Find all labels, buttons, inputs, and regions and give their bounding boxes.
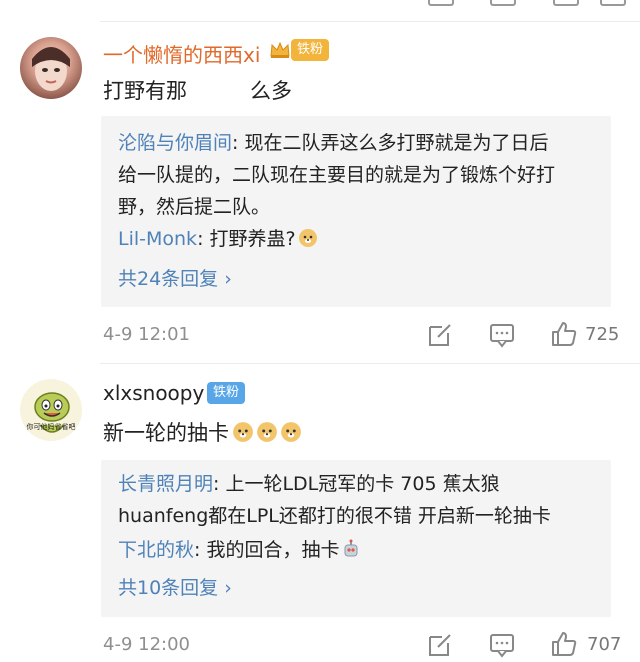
reply-separator: :	[194, 539, 207, 561]
comment-time: 4-9 12:00	[103, 634, 190, 655]
reply-username[interactable]: 沦陷与你眉间	[118, 132, 232, 154]
reply-username[interactable]: 下北的秋	[118, 539, 194, 561]
avatar-image: 你可他妈省省吧	[27, 392, 76, 433]
doge-emoji	[233, 422, 253, 442]
comment-text: 打野有那 么多	[103, 79, 292, 103]
fan-badge: 铁粉	[291, 39, 330, 61]
avatar-face	[32, 47, 70, 91]
reply-item: 沦陷与你眉间: 现在二队弄这么多打野就是为了日后 给一队提的，二队现在主要目的就…	[118, 127, 601, 223]
avatar-caption: 你可他妈省省吧	[27, 422, 76, 431]
reply-separator: :	[232, 132, 245, 154]
reply-username[interactable]: 长青照月明	[118, 473, 213, 495]
reply-text: 野，然后提二队。	[118, 196, 271, 218]
repost-icon[interactable]	[427, 322, 453, 348]
crown-icon	[269, 40, 291, 60]
comment-icon[interactable]	[489, 632, 515, 658]
doge-emoji	[281, 422, 301, 442]
reply-item: Lil-Monk: 打野养蛊?	[118, 223, 601, 255]
reply-item: 长青照月明: 上一轮LDL冠军的卡 705 蕉太狼 huanfeng都在LPL还…	[118, 468, 601, 532]
username[interactable]: 一个懒惰的西西xi	[103, 39, 260, 68]
reply-item: 下北的秋: 我的回合，抽卡	[118, 534, 601, 566]
like-icon[interactable]	[550, 630, 578, 658]
reply-text: 上一轮LDL冠军的卡 705 蕉太狼	[225, 473, 500, 495]
comment-time: 4-9 12:01	[103, 324, 190, 345]
robot-emoji	[344, 539, 358, 557]
reply-separator: :	[197, 228, 210, 250]
doge-emoji	[257, 422, 277, 442]
reply-text: 给一队提的，二队现在主要目的就是为了锻炼个好打	[118, 164, 556, 186]
like-count: 725	[585, 324, 620, 345]
comment-icon[interactable]	[489, 322, 515, 348]
fan-badge: 铁粉	[207, 382, 246, 404]
username[interactable]: xlxsnoopy	[103, 381, 204, 405]
avatar[interactable]	[20, 37, 82, 99]
reply-text: 现在二队弄这么多打野就是为了日后	[244, 132, 549, 154]
reply-separator: :	[213, 473, 226, 495]
like-icon[interactable]	[550, 320, 578, 348]
doge-emoji	[298, 229, 317, 247]
more-replies-link[interactable]: 共24条回复 ›	[118, 264, 232, 291]
comment-text: 新一轮的抽卡	[103, 417, 302, 447]
previous-comment-actions	[0, 0, 640, 20]
reply-box[interactable]: 长青照月明: 上一轮LDL冠军的卡 705 蕉太狼 huanfeng都在LPL还…	[101, 460, 611, 617]
divider	[100, 363, 640, 364]
repost-icon[interactable]	[427, 632, 453, 658]
reply-text: 我的回合，抽卡	[206, 539, 340, 561]
reply-text: huanfeng都在LPL还都打的很不错 开启新一轮抽卡	[118, 505, 551, 527]
comment-text-content: 新一轮的抽卡	[103, 421, 229, 445]
reply-text: 打野养蛊?	[209, 228, 296, 250]
divider	[100, 21, 640, 22]
reply-box[interactable]: 沦陷与你眉间: 现在二队弄这么多打野就是为了日后 给一队提的，二队现在主要目的就…	[101, 116, 611, 307]
repost-icon[interactable]	[428, 0, 454, 6]
comment-icon[interactable]	[490, 0, 516, 6]
reply-username[interactable]: Lil-Monk	[118, 228, 197, 250]
like-icon[interactable]	[553, 0, 579, 6]
like-count	[600, 0, 626, 6]
more-replies-link[interactable]: 共10条回复 ›	[118, 573, 232, 600]
avatar[interactable]: 你可他妈省省吧	[20, 379, 82, 441]
like-count: 707	[587, 634, 622, 655]
